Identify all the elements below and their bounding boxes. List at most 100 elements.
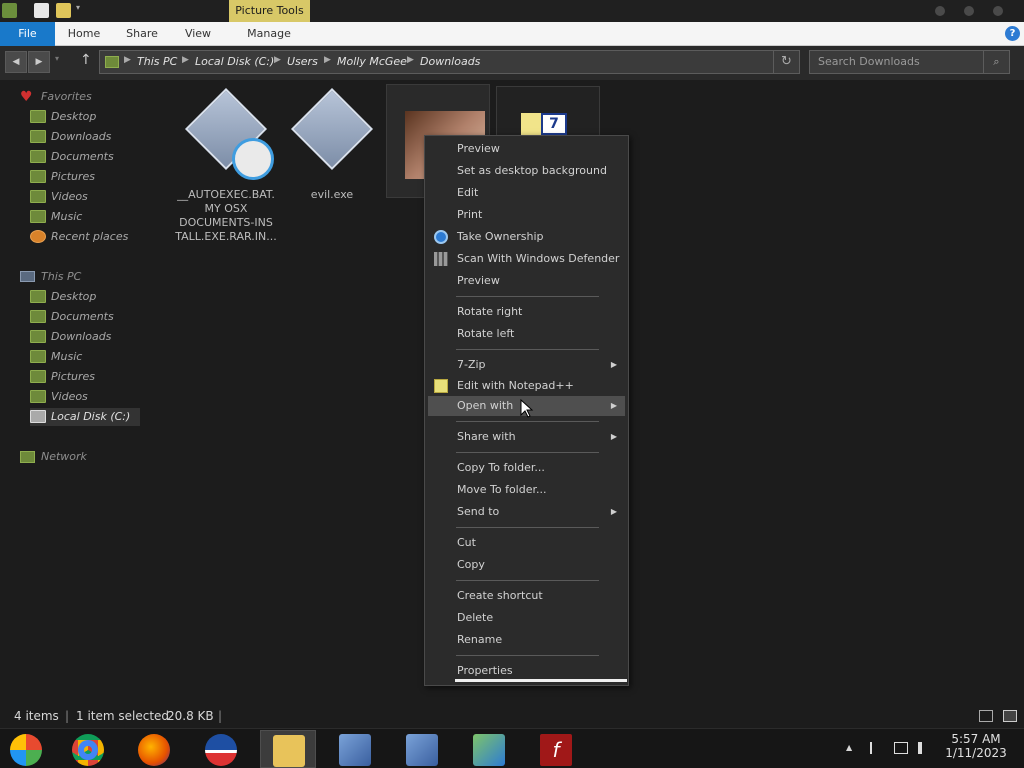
volume-icon[interactable] [918,742,930,754]
start-button[interactable] [0,730,56,768]
menu-item-scan-defender[interactable]: Scan With Windows Defender [428,249,625,269]
menu-separator [456,296,599,297]
taskbar-network-users[interactable] [461,730,517,768]
taskbar-file-explorer[interactable] [260,730,316,768]
action-center-flag-icon[interactable] [870,742,882,754]
videos-icon [30,190,46,203]
address-bar[interactable]: ▶ This PC ▶ Local Disk (C:) ▶ Users ▶ Mo… [99,50,800,74]
taskbar-installer-1[interactable] [327,730,383,768]
menu-separator [456,580,599,581]
file-item-evil-exe[interactable]: evil.exe [280,87,384,208]
tab-home[interactable]: Home [62,22,106,46]
menu-item-cut[interactable]: Cut [428,533,625,553]
status-bar: 4 items | 1 item selected 20.8 KB | [0,706,1024,728]
tab-manage[interactable]: Manage [240,22,298,46]
menu-item-rotate-right[interactable]: Rotate right [428,302,625,322]
breadcrumb-this-pc[interactable]: This PC [137,55,177,68]
documents-icon [30,310,46,323]
menu-bottom-highlight [455,679,627,682]
mouse-cursor-icon [520,399,534,418]
file-name: __AUTOEXEC.BAT. MY OSX DOCUMENTS-INS TAL… [175,188,277,243]
network-icon [20,451,35,463]
menu-separator [456,349,599,350]
help-icon[interactable]: ? [1005,26,1020,41]
breadcrumb-molly-mcgee[interactable]: Molly McGee [337,55,407,68]
tab-view[interactable]: View [178,22,218,46]
seven-zip-icon: 7 [541,113,567,135]
menu-item-print[interactable]: Print [428,205,625,225]
large-icons-view-icon[interactable] [1003,710,1017,722]
taskbar-flash[interactable]: f [528,730,584,768]
executable-file-icon [290,87,374,171]
new-folder-icon[interactable] [56,3,71,18]
menu-item-7zip[interactable]: 7-Zip ▶ [428,355,625,375]
taskbar-chrome[interactable] [60,730,116,768]
tray-chevron-icon[interactable]: ▲ [846,743,852,752]
up-arrow-icon[interactable]: ↑ [80,52,92,68]
heart-icon: ♥ [20,89,33,105]
maximize-button[interactable] [964,6,974,16]
search-icon[interactable]: ⌕ [983,51,1009,73]
submenu-arrow-icon: ▶ [610,360,617,369]
pictures-icon [30,370,46,383]
videos-icon [30,390,46,403]
taskbar-firefox[interactable] [126,730,182,768]
menu-separator [456,452,599,453]
clock[interactable]: 5:57 AM 1/11/2023 [940,732,1012,760]
recent-places-icon [30,230,46,243]
music-icon [30,210,46,223]
menu-item-send-to[interactable]: Send to ▶ [428,502,625,522]
navigation-pane: ♥ Favorites Desktop Downloads Documents … [0,80,170,706]
menu-item-preview[interactable]: Preview [428,139,625,159]
menu-item-edit[interactable]: Edit [428,183,625,203]
menu-item-delete[interactable]: Delete [428,608,625,628]
status-divider: | [65,709,70,723]
taskbar: f ▲ 5:57 AM 1/11/2023 [0,728,1024,768]
file-explorer-icon [273,735,305,767]
back-button[interactable]: ◀ [5,51,27,73]
qat-dropdown-icon[interactable]: ▾ [76,3,86,17]
menu-separator [456,421,599,422]
address-row: ◀ ▶ ▾ ↑ ▶ This PC ▶ Local Disk (C:) ▶ Us… [0,46,1024,80]
firefox-icon [138,734,170,766]
menu-item-copy-to-folder[interactable]: Copy To folder... [428,458,625,478]
breadcrumb-separator: ▶ [407,55,414,65]
menu-item-preview-2[interactable]: Preview [428,271,625,291]
sidebar-item-local-disk[interactable]: Local Disk (C:) [30,408,140,426]
menu-item-properties[interactable]: Properties [428,661,625,681]
menu-item-take-ownership[interactable]: Take Ownership [428,227,625,247]
details-view-icon[interactable] [979,710,993,722]
taskbar-installer-2[interactable] [394,730,450,768]
breadcrumb-downloads[interactable]: Downloads [420,55,480,68]
clock-date: 1/11/2023 [945,746,1007,760]
folder-icon [105,56,119,68]
menu-item-share-with[interactable]: Share with ▶ [428,427,625,447]
downloads-icon [30,130,46,143]
menu-item-edit-notepad[interactable]: Edit with Notepad++ [428,376,625,396]
menu-item-copy[interactable]: Copy [428,555,625,575]
menu-item-create-shortcut[interactable]: Create shortcut [428,586,625,606]
network-tray-icon[interactable] [894,742,908,754]
taskbar-obama[interactable] [193,730,249,768]
file-item-autoexec[interactable]: __AUTOEXEC.BAT. MY OSX DOCUMENTS-INS TAL… [174,87,278,243]
folder-icon[interactable] [2,3,17,18]
menu-item-set-desktop-background[interactable]: Set as desktop background [428,161,625,181]
tab-file[interactable]: File [0,22,55,46]
refresh-icon[interactable]: ↻ [773,51,799,73]
drive-icon [30,410,46,423]
menu-item-rotate-left[interactable]: Rotate left [428,324,625,344]
menu-item-move-to-folder[interactable]: Move To folder... [428,480,625,500]
recent-locations-icon[interactable]: ▾ [55,54,59,63]
breadcrumb-separator: ▶ [182,55,189,65]
minimize-button[interactable] [935,6,945,16]
menu-item-rename[interactable]: Rename [428,630,625,650]
search-input[interactable]: Search Downloads ⌕ [809,50,1010,74]
close-button[interactable] [993,6,1003,16]
forward-button[interactable]: ▶ [28,51,50,73]
breadcrumb-users[interactable]: Users [287,55,318,68]
breadcrumb-local-disk[interactable]: Local Disk (C:) [195,55,274,68]
properties-icon[interactable] [34,3,49,18]
tab-share[interactable]: Share [120,22,164,46]
breadcrumb-separator: ▶ [324,55,331,65]
picture-tools-tab: Picture Tools [229,0,310,22]
